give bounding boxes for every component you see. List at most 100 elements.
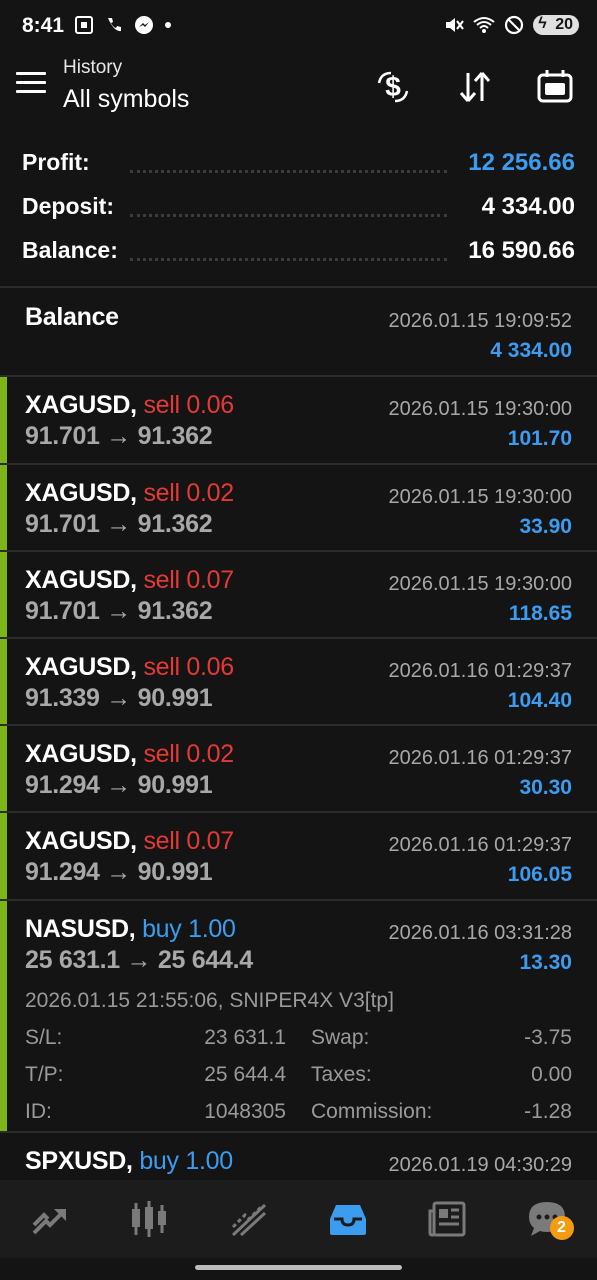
profit-accent-bar bbox=[0, 726, 7, 811]
chart-icon[interactable] bbox=[100, 1180, 200, 1258]
charging-icon: ϟ bbox=[538, 15, 547, 32]
trade-date: 2026.01.16 01:29:37 bbox=[388, 747, 572, 769]
trade-profit: 13.30 bbox=[519, 951, 572, 974]
trade-prices: 91.701 → 91.362 bbox=[25, 422, 213, 450]
trade-profit: 101.70 bbox=[507, 427, 572, 450]
table-row[interactable]: XAGUSD, sell 0.07 91.294 → 90.991 2026.0… bbox=[0, 813, 597, 901]
balance-value: 16 590.66 bbox=[460, 237, 575, 265]
balance-label: Balance: bbox=[22, 237, 126, 264]
trade-title: SPXUSD, buy 1.00 bbox=[25, 1147, 233, 1175]
messages-badge: 2 bbox=[549, 1216, 574, 1240]
deposit-value: 4 334.00 bbox=[473, 193, 575, 221]
phone-icon bbox=[108, 18, 121, 32]
notification-icons bbox=[74, 15, 172, 35]
dot-icon bbox=[165, 22, 171, 28]
trade-prices: 91.294 → 90.991 bbox=[25, 771, 213, 799]
balance-entry-row[interactable]: Balance 2026.01.15 19:09:52 4 334.00 bbox=[0, 288, 597, 377]
trade-title: NASUSD, buy 1.00 bbox=[25, 915, 236, 943]
page-title: History bbox=[63, 57, 123, 78]
trade-direction: sell 0.02 bbox=[143, 479, 234, 507]
trade-direction: sell 0.02 bbox=[143, 740, 234, 768]
tp-value: 25 644.4 bbox=[204, 1063, 286, 1086]
trade-direction: sell 0.07 bbox=[143, 827, 234, 855]
screenshot-icon bbox=[75, 16, 93, 34]
history-icon[interactable] bbox=[299, 1180, 399, 1258]
status-bar: 8:41 ϟ 20 bbox=[0, 0, 597, 52]
messenger-icon bbox=[135, 16, 153, 34]
taxes-label: Taxes: bbox=[311, 1063, 372, 1086]
symbol-filter[interactable]: All symbols bbox=[63, 85, 189, 114]
status-time: 8:41 bbox=[22, 14, 65, 37]
sl-label: S/L: bbox=[25, 1026, 63, 1049]
open-info-line: 2026.01.15 21:55:06, SNIPER4X V3[tp] bbox=[25, 989, 572, 1026]
quotes-icon[interactable] bbox=[0, 1180, 100, 1258]
trade-date: 2026.01.15 19:30:00 bbox=[388, 398, 572, 420]
table-row[interactable]: XAGUSD, sell 0.02 91.294 → 90.991 2026.0… bbox=[0, 726, 597, 813]
trade-prices: 91.294 → 90.991 bbox=[25, 858, 213, 886]
trade-profit: 33.90 bbox=[519, 515, 572, 538]
currency-exchange-icon[interactable]: $ bbox=[372, 66, 414, 108]
status-right: ϟ 20 bbox=[443, 14, 579, 36]
table-row[interactable]: XAGUSD, sell 0.07 91.701 → 91.362 2026.0… bbox=[0, 552, 597, 639]
trade-prices: 25 631.1 → 25 644.4 bbox=[25, 946, 253, 974]
trade-date: 2026.01.16 01:29:37 bbox=[388, 660, 572, 682]
expanded-trade-row[interactable]: NASUSD, buy 1.00 25 631.1 → 25 644.4 202… bbox=[0, 901, 597, 1133]
trade-profit: 106.05 bbox=[507, 863, 572, 886]
trade-title: XAGUSD, sell 0.07 bbox=[25, 566, 234, 594]
trade-direction: sell 0.06 bbox=[143, 653, 234, 681]
dotted-leader bbox=[130, 214, 447, 217]
bottom-navigation: 2 bbox=[0, 1180, 597, 1258]
deposit-label: Deposit: bbox=[22, 193, 122, 220]
history-list: Balance 2026.01.15 19:09:52 4 334.00 XAG… bbox=[0, 288, 597, 1193]
trade-direction: buy 1.00 bbox=[139, 1147, 233, 1175]
trade-date: 2026.01.15 19:30:00 bbox=[388, 486, 572, 508]
dnd-icon bbox=[505, 15, 524, 35]
profit-accent-bar bbox=[0, 465, 7, 550]
profit-row: Profit: 12 256.66 bbox=[0, 140, 597, 184]
menu-icon[interactable] bbox=[16, 72, 46, 96]
id-label: ID: bbox=[25, 1100, 52, 1123]
tp-label: T/P: bbox=[25, 1063, 64, 1086]
news-icon[interactable] bbox=[398, 1180, 498, 1258]
balance-entry-date: 2026.01.15 19:09:52 bbox=[388, 310, 572, 332]
trade-profit: 104.40 bbox=[507, 689, 572, 712]
trade-icon[interactable] bbox=[199, 1180, 299, 1258]
swap-value: -3.75 bbox=[524, 1026, 572, 1049]
trade-direction: sell 0.07 bbox=[143, 566, 234, 594]
profit-accent-bar bbox=[0, 639, 7, 724]
calendar-icon[interactable] bbox=[534, 66, 576, 108]
sort-icon[interactable] bbox=[454, 66, 496, 108]
trade-direction: buy 1.00 bbox=[142, 915, 236, 943]
trade-date: 2026.01.15 19:30:00 bbox=[388, 573, 572, 595]
summary-panel: Profit: 12 256.66 Deposit: 4 334.00 Bala… bbox=[0, 140, 597, 272]
profit-accent-bar bbox=[0, 813, 7, 899]
trade-date: 2026.01.16 01:29:37 bbox=[388, 834, 572, 856]
taxes-value: 0.00 bbox=[531, 1063, 572, 1086]
trade-details: 2026.01.15 21:55:06, SNIPER4X V3[tp] S/L… bbox=[25, 989, 572, 1137]
profit-accent-bar bbox=[0, 901, 7, 1131]
messages-icon[interactable]: 2 bbox=[498, 1180, 597, 1258]
trade-direction: sell 0.06 bbox=[143, 391, 234, 419]
battery-indicator: ϟ 20 bbox=[533, 15, 579, 35]
trade-title: XAGUSD, sell 0.06 bbox=[25, 391, 234, 419]
sl-value: 23 631.1 bbox=[204, 1026, 286, 1049]
open-info: 2026.01.15 21:55:06, SNIPER4X V3[tp] bbox=[25, 989, 394, 1012]
table-row[interactable]: XAGUSD, sell 0.06 91.339 → 90.991 2026.0… bbox=[0, 639, 597, 726]
profit-accent-bar bbox=[0, 552, 7, 637]
commission-value: -1.28 bbox=[524, 1100, 572, 1123]
trade-title: XAGUSD, sell 0.02 bbox=[25, 740, 234, 768]
balance-entry-amount: 4 334.00 bbox=[490, 339, 572, 362]
trade-date: 2026.01.16 03:31:28 bbox=[388, 922, 572, 944]
profit-value: 12 256.66 bbox=[460, 149, 575, 177]
dotted-leader bbox=[130, 170, 447, 173]
dotted-leader bbox=[130, 258, 447, 261]
id-commission-line: ID: 1048305 Commission: -1.28 bbox=[25, 1100, 572, 1137]
trade-profit: 30.30 bbox=[519, 776, 572, 799]
deposit-row: Deposit: 4 334.00 bbox=[0, 184, 597, 228]
profit-accent-bar bbox=[0, 377, 7, 463]
swap-label: Swap: bbox=[311, 1026, 370, 1049]
table-row[interactable]: XAGUSD, sell 0.02 91.701 → 91.362 2026.0… bbox=[0, 465, 597, 552]
trade-title: XAGUSD, sell 0.02 bbox=[25, 479, 234, 507]
home-indicator[interactable] bbox=[195, 1265, 402, 1270]
table-row[interactable]: XAGUSD, sell 0.06 91.701 → 91.362 2026.0… bbox=[0, 377, 597, 465]
